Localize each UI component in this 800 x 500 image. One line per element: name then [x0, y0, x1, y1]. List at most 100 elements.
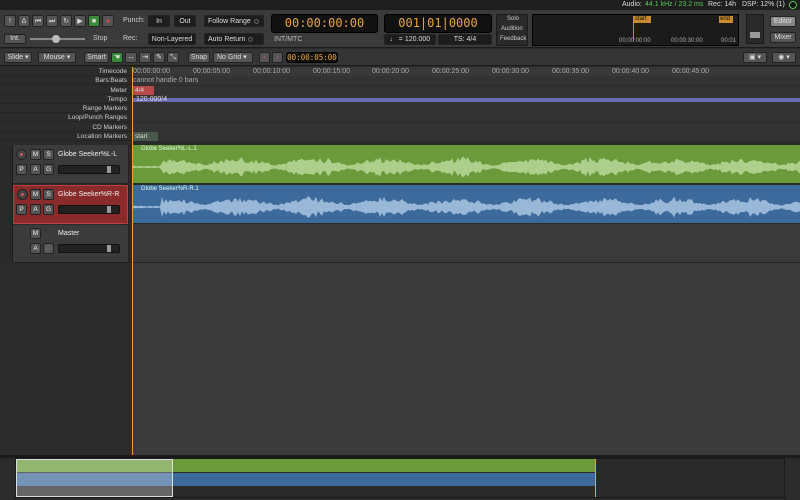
goto-start-icon[interactable]: ⏮: [32, 15, 44, 27]
end-marker[interactable]: end: [719, 16, 733, 23]
loop-punch-ruler[interactable]: Loop/Punch Ranges: [0, 113, 800, 122]
metronome-icon[interactable]: Δ: [18, 15, 30, 27]
meter-ruler-area[interactable]: 4/4: [132, 86, 800, 95]
track-2-group-button[interactable]: G: [43, 204, 54, 215]
panic-icon[interactable]: !: [4, 15, 16, 27]
grid-label: No Grid: [217, 54, 242, 61]
track-2-automation-button[interactable]: A: [30, 204, 41, 215]
master-track-header[interactable]: M Master A G: [13, 225, 128, 263]
location-markers-ruler[interactable]: Location Markers start: [0, 132, 800, 141]
location-start-marker[interactable]: start: [132, 132, 158, 141]
range-markers-area[interactable]: [132, 104, 800, 113]
range-markers-ruler[interactable]: Range Markers: [0, 104, 800, 113]
start-marker[interactable]: start: [633, 16, 651, 23]
grab-tool-icon[interactable]: ☚: [111, 52, 123, 63]
tick-4: 00:00:20:00: [372, 68, 409, 75]
track-2-gain-fader[interactable]: [58, 205, 120, 214]
track-2-solo-button[interactable]: S: [43, 189, 54, 200]
shuttle-slider[interactable]: [30, 35, 85, 43]
master-track-lane[interactable]: [132, 224, 800, 263]
play-icon[interactable]: ▶: [74, 15, 86, 27]
master-group-button[interactable]: G: [43, 243, 54, 254]
nudge-back-icon[interactable]: ‹: [259, 52, 270, 63]
track-2-region[interactable]: Globe Seeker%R-R.1: [132, 185, 800, 223]
cd-markers-area[interactable]: [132, 123, 800, 132]
grid-dropdown[interactable]: No Grid ▾: [213, 52, 253, 63]
cd-markers-ruler[interactable]: CD Markers: [0, 123, 800, 132]
meter-ruler[interactable]: Meter 4/4: [0, 86, 800, 95]
draw-tool-icon[interactable]: ✎: [153, 52, 165, 63]
loop-icon[interactable]: ↻: [60, 15, 72, 27]
feedback-indicator[interactable]: Feedback: [500, 36, 526, 42]
secondary-clock[interactable]: 001|01|0000: [384, 14, 492, 33]
track-1-gain-fader[interactable]: [58, 165, 120, 174]
snap-button[interactable]: Snap: [188, 52, 210, 63]
track-2-playlist-button[interactable]: P: [16, 204, 27, 215]
shuttle-knob[interactable]: [52, 35, 60, 43]
punch-out-button[interactable]: Out: [174, 15, 196, 27]
track-1-solo-button[interactable]: S: [43, 149, 54, 160]
cut-tool-icon[interactable]: ⇥: [139, 52, 151, 63]
smart-mode-button[interactable]: Smart: [84, 52, 109, 63]
track-2-name[interactable]: Globe Seeker%R-R: [58, 191, 119, 198]
save-icon[interactable]: ▣ ▾: [743, 52, 767, 63]
tick-6: 00:00:30:00: [492, 68, 529, 75]
monitor-fader[interactable]: [746, 14, 764, 44]
tempo-marker[interactable]: 120.000/4: [136, 95, 167, 104]
track-1-name[interactable]: Globe Seeker%L-L: [58, 151, 117, 158]
time-signature-button[interactable]: TS: 4/4: [438, 34, 492, 45]
track-header-1[interactable]: M S Globe Seeker%L-L P A G: [13, 145, 128, 184]
master-gain-fader[interactable]: [58, 244, 120, 253]
stop-icon[interactable]: ■: [88, 15, 100, 27]
loop-punch-area[interactable]: [132, 113, 800, 122]
tempo-button[interactable]: ♩ = 120.000: [384, 34, 436, 45]
int-button[interactable]: Int.: [4, 34, 26, 44]
track-1-region-name: Globe Seeker%L-L.1: [141, 146, 197, 152]
solo-indicator[interactable]: Solo: [507, 16, 519, 22]
range-tool-icon[interactable]: ↔: [125, 52, 137, 63]
stretch-tool-icon[interactable]: ⤡: [167, 52, 179, 63]
primary-clock[interactable]: 00:00:00:00: [271, 14, 378, 33]
bbt-ruler[interactable]: Bars:Beats cannot handle 0 bars: [0, 76, 800, 85]
track-1-region[interactable]: Globe Seeker%L-L.1: [132, 145, 800, 183]
nudge-clock[interactable]: 00:00:05:00: [286, 52, 338, 63]
track-1-automation-button[interactable]: A: [30, 164, 41, 175]
track-1-record-arm-icon[interactable]: [16, 149, 27, 160]
rec-mode-dropdown[interactable]: Non-Layered: [148, 33, 196, 45]
summary-overview[interactable]: [15, 458, 785, 498]
ruler-label-meter: Meter: [110, 87, 127, 94]
timecode-ruler[interactable]: Timecode 00:00:00:00 00:00:05:00 00:00:1…: [0, 67, 800, 76]
follow-range-toggle[interactable]: Follow Range: [204, 15, 264, 27]
audition-indicator[interactable]: Audition: [501, 26, 523, 32]
mouse-mode-dropdown[interactable]: Mouse ▾: [38, 52, 76, 63]
punch-in-button[interactable]: In: [148, 15, 170, 27]
editor-canvas-empty[interactable]: [132, 263, 800, 456]
master-track-name[interactable]: Master: [58, 230, 79, 237]
record-icon[interactable]: ●: [102, 15, 114, 27]
monitor-fader-knob[interactable]: [750, 32, 760, 38]
zoom-focus-icon[interactable]: ◉ ▾: [772, 52, 796, 63]
tempo-ruler-area[interactable]: 120.000/4: [132, 95, 800, 104]
editor-button[interactable]: Editor: [770, 16, 796, 27]
location-markers-area[interactable]: start: [132, 132, 800, 141]
mini-timeline[interactable]: start end 00:00:00:00 00:00:30:00 00:01: [532, 14, 739, 46]
nudge-forward-icon[interactable]: ›: [272, 52, 283, 63]
master-automation-button[interactable]: A: [30, 243, 41, 254]
meter-marker[interactable]: 4/4: [132, 86, 154, 95]
master-mute-button[interactable]: M: [30, 228, 41, 239]
goto-end-icon[interactable]: ⏭: [46, 15, 58, 27]
tempo-ruler[interactable]: Tempo 120.000/4: [0, 95, 800, 104]
auto-return-toggle[interactable]: Auto Return: [204, 33, 264, 45]
summary-view-rectangle[interactable]: [16, 459, 173, 497]
track-1-group-button[interactable]: G: [43, 164, 54, 175]
track-1-playlist-button[interactable]: P: [16, 164, 27, 175]
bbt-ruler-area[interactable]: cannot handle 0 bars: [132, 76, 800, 85]
track-header-2[interactable]: M S Globe Seeker%R-R P A G: [13, 185, 128, 224]
track-1-mute-button[interactable]: M: [30, 149, 41, 160]
track-2-record-arm-icon[interactable]: [17, 189, 28, 200]
mixer-button[interactable]: Mixer: [770, 32, 796, 43]
timecode-ruler-area[interactable]: 00:00:00:00 00:00:05:00 00:00:10:00 00:0…: [132, 67, 800, 76]
playhead[interactable]: [132, 67, 133, 456]
edit-mode-dropdown[interactable]: Slide ▾: [4, 52, 32, 63]
track-2-mute-button[interactable]: M: [30, 189, 41, 200]
